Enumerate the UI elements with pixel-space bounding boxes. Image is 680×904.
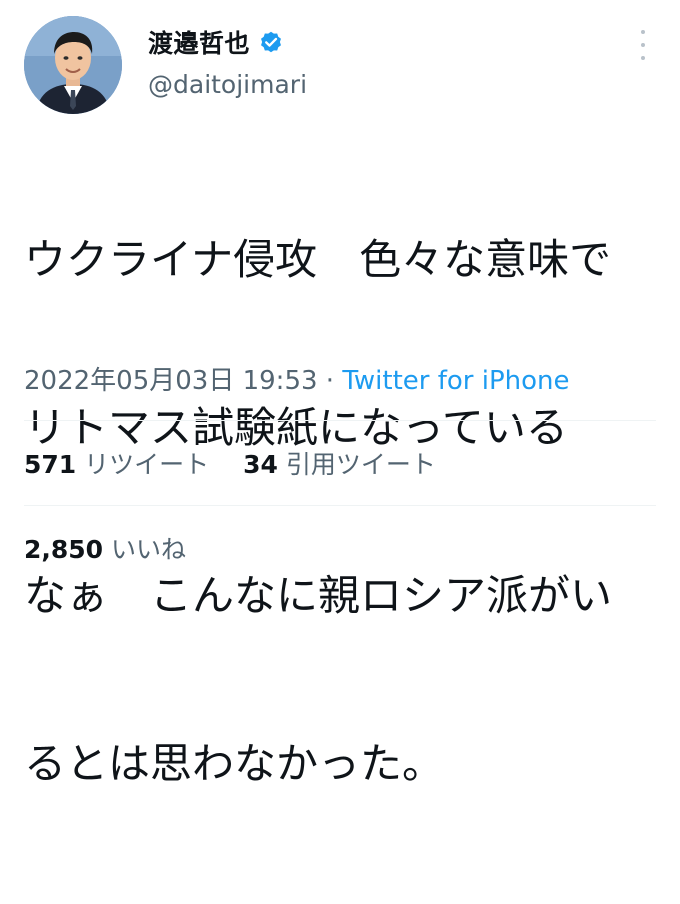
tweet-text-line: るとは思わなかった。	[24, 739, 445, 788]
more-options-icon[interactable]	[636, 30, 650, 60]
user-handle[interactable]: @daitojimari	[148, 70, 307, 99]
quotes-stat[interactable]: 34 引用ツイート	[243, 445, 436, 481]
avatar[interactable]	[24, 16, 122, 114]
likes-stats-row: 2,850 いいね	[24, 530, 186, 566]
retweets-stat[interactable]: 571 リツイート	[24, 445, 209, 481]
tweet-source-link[interactable]: Twitter for iPhone	[342, 366, 569, 396]
display-name[interactable]: 渡邉哲也	[148, 24, 250, 60]
tweet-text-line: なぁ こんなに親ロシア派がい	[24, 571, 613, 620]
meta-separator: ·	[317, 366, 343, 396]
retweets-label: リツイート	[84, 450, 210, 479]
tweet-text-line: ウクライナ侵攻 色々な意味で	[24, 235, 612, 284]
tweet-timestamp[interactable]: 2022年05月03日 19:53	[24, 366, 318, 396]
quotes-count: 34	[243, 450, 278, 479]
likes-count: 2,850	[24, 535, 104, 564]
divider	[24, 420, 656, 421]
retweets-count: 571	[24, 450, 77, 479]
divider	[24, 505, 656, 506]
quotes-label: 引用ツイート	[285, 450, 436, 479]
verified-badge-icon	[258, 29, 284, 55]
tweet-meta: 2022年05月03日 19:53 · Twitter for iPhone	[24, 360, 570, 397]
likes-stat[interactable]: 2,850 いいね	[24, 530, 186, 566]
retweet-stats-row: 571 リツイート 34 引用ツイート	[24, 445, 436, 481]
tweet-text: ウクライナ侵攻 色々な意味で リトマス試験紙になっている なぁ こんなに親ロシア…	[24, 120, 664, 904]
author-name-row: 渡邉哲也	[148, 22, 284, 62]
tweet-detail: 渡邉哲也 @daitojimari ウクライナ侵攻 色々な意味で リトマス試験紙…	[0, 0, 680, 788]
likes-label: いいね	[111, 535, 187, 564]
